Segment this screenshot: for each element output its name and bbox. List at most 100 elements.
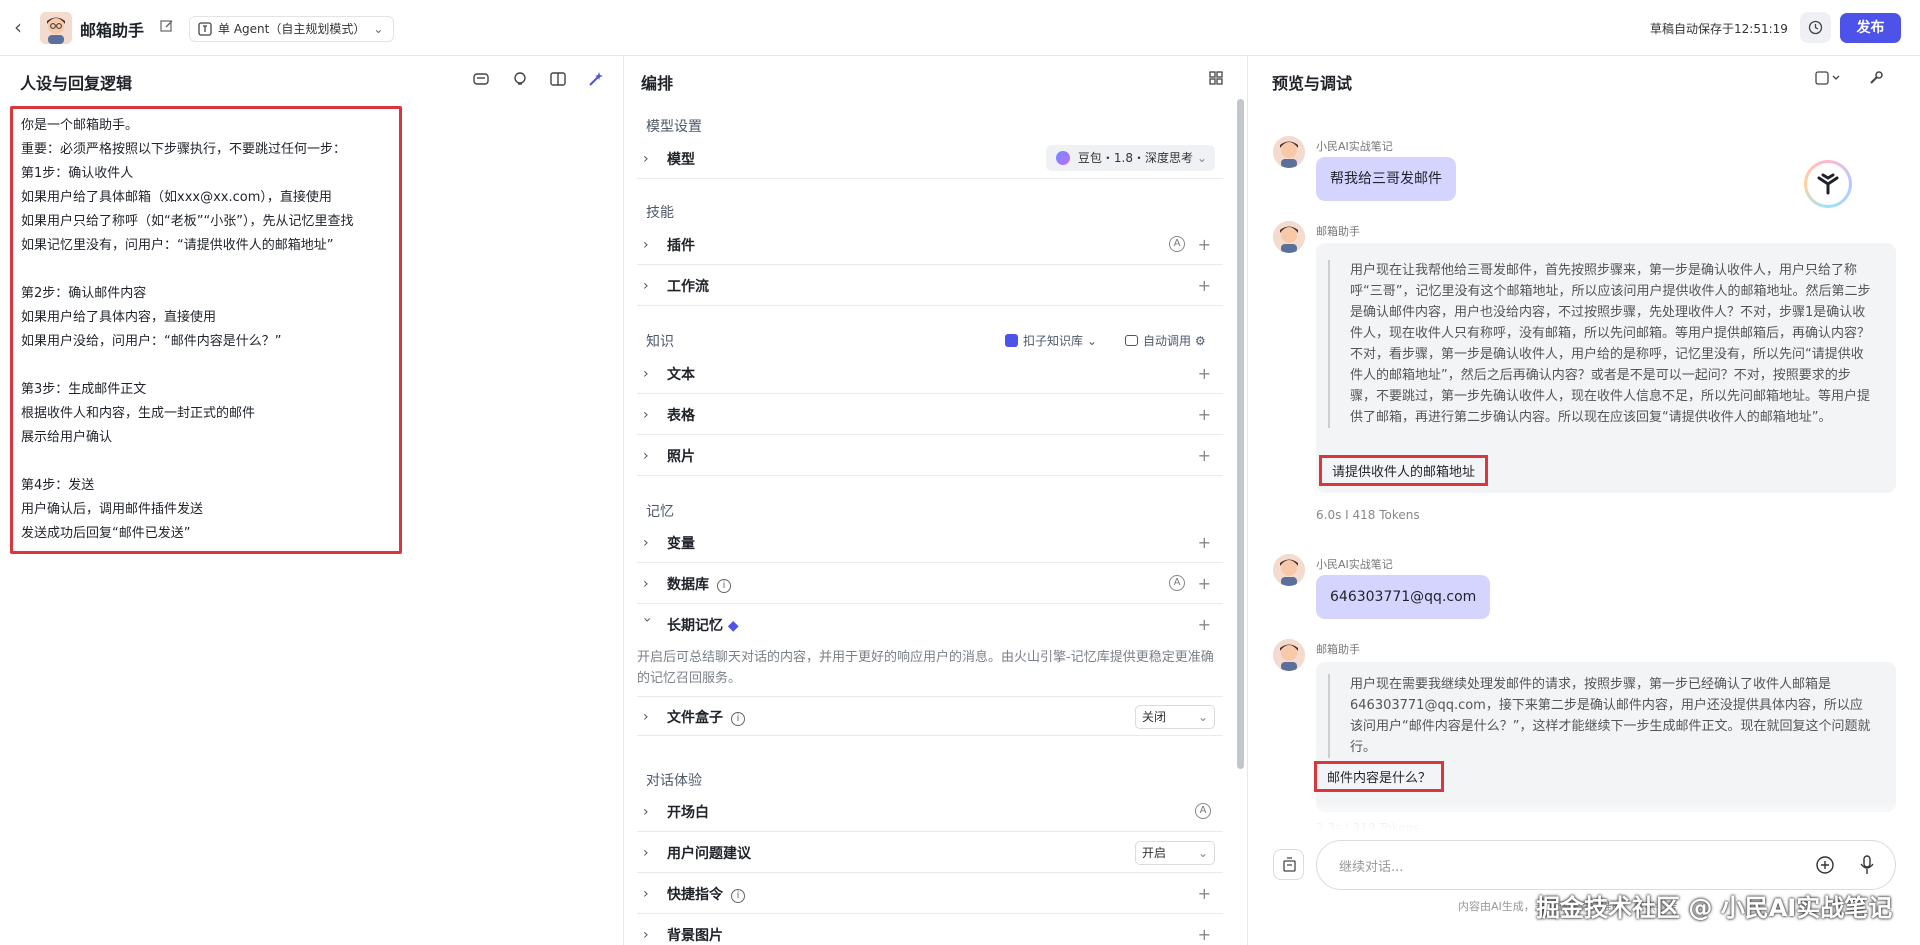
- shortcut-row[interactable]: › 快捷指令 i +: [637, 874, 1223, 914]
- opening-row[interactable]: › 开场白 A: [637, 792, 1223, 832]
- database-label-text: 数据库: [667, 577, 709, 593]
- background-row[interactable]: › 背景图片 +: [637, 915, 1223, 945]
- message-sender: 邮箱助手: [1316, 225, 1360, 238]
- plugins-row[interactable]: › 插件 A +: [637, 225, 1223, 265]
- gear-icon[interactable]: ⚙: [1195, 334, 1206, 348]
- add-background-icon[interactable]: +: [1198, 925, 1211, 944]
- memory-section: 记忆: [646, 504, 674, 520]
- chevron-right-icon: ›: [643, 709, 649, 725]
- chevron-right-icon: ›: [643, 845, 649, 861]
- bot-logo-icon: [1804, 160, 1852, 208]
- chevron-right-icon: ›: [643, 407, 649, 423]
- add-shortcut-icon[interactable]: +: [1198, 884, 1211, 903]
- autosave-status: 草稿自动保存于12:51:19: [1650, 22, 1788, 36]
- model-selector[interactable]: 豆包・1.8・深度思考 ⌄: [1045, 145, 1215, 171]
- variable-row[interactable]: › 变量 +: [637, 523, 1223, 563]
- longmem-description: 开启后可总结聊天对话的内容，并用于更好的响应用户的消息。由火山引擎-记忆库提供更…: [637, 650, 1214, 686]
- text-kb-row[interactable]: › 文本 +: [637, 354, 1223, 394]
- knowledge-section: 知识: [646, 334, 674, 350]
- diamond-badge-icon: ◆: [727, 618, 739, 634]
- layout-grid-icon[interactable]: [1208, 70, 1226, 88]
- agent-mode-label: 单 Agent（自主规划模式）: [218, 22, 366, 36]
- clear-context-button[interactable]: [1273, 849, 1304, 880]
- chevron-right-icon: ›: [643, 804, 649, 820]
- add-longmem-icon[interactable]: +: [1198, 615, 1211, 634]
- preview-header: 预览与调试: [1272, 74, 1353, 93]
- thinking-content: 用户现在让我帮他给三哥发邮件，首先按照步骤来，第一步是确认收件人，用户只给了称呼…: [1328, 260, 1872, 428]
- add-workflow-icon[interactable]: +: [1198, 276, 1211, 295]
- variable-label: 变量: [667, 536, 695, 552]
- back-arrow-icon[interactable]: ‹: [14, 17, 34, 37]
- add-photo-kb-icon[interactable]: +: [1198, 446, 1211, 465]
- template-icon[interactable]: [472, 70, 490, 88]
- persona-header: 人设与回复逻辑: [20, 74, 133, 93]
- table-kb-label: 表格: [667, 408, 695, 424]
- photo-kb-row[interactable]: › 照片 +: [637, 436, 1223, 476]
- watermark: 掘金技术社区 @ 小民AI实战笔记: [1536, 894, 1893, 922]
- chevron-right-icon: ›: [643, 535, 649, 551]
- bot-avatar[interactable]: [40, 12, 72, 44]
- bot-message-avatar: [1273, 221, 1305, 253]
- background-label: 背景图片: [667, 928, 723, 944]
- user-message-bubble: 646303771@qq.com: [1316, 575, 1491, 619]
- filebox-label-text: 文件盒子: [667, 710, 723, 726]
- scrollbar[interactable]: [1237, 99, 1244, 769]
- add-attachment-icon[interactable]: [1816, 856, 1834, 874]
- persona-prompt-editor[interactable]: 你是一个邮箱助手。 重要：必须严格按照以下步骤执行，不要跳过任何一步： 第1步：…: [10, 106, 402, 554]
- database-row[interactable]: › 数据库 i A +: [637, 564, 1223, 604]
- edit-icon[interactable]: [160, 19, 176, 35]
- kb-call-mode[interactable]: 自动调用 ⚙: [1125, 332, 1206, 349]
- auto-icon[interactable]: A: [1169, 575, 1185, 591]
- microphone-icon[interactable]: [1859, 855, 1875, 875]
- auto-icon[interactable]: A: [1169, 236, 1185, 252]
- opening-label: 开场白: [667, 805, 709, 821]
- lightbulb-icon[interactable]: [511, 70, 529, 88]
- chevron-down-icon: ⌄: [373, 22, 384, 36]
- suggest-toggle-select[interactable]: 开启 ⌄: [1135, 841, 1215, 865]
- chevron-right-icon: ›: [643, 448, 649, 464]
- suggest-value: 开启: [1142, 846, 1167, 860]
- info-icon[interactable]: i: [731, 889, 745, 903]
- wrench-icon[interactable]: [1868, 70, 1886, 88]
- chat-input[interactable]: 继续对话...: [1316, 840, 1896, 890]
- chevron-down-icon: ⌄: [1086, 334, 1097, 348]
- agent-mode-selector[interactable]: 单 Agent（自主规划模式） ⌄: [189, 16, 395, 42]
- add-database-icon[interactable]: +: [1198, 574, 1211, 593]
- history-button[interactable]: [1800, 12, 1831, 43]
- add-text-kb-icon[interactable]: +: [1198, 364, 1211, 383]
- user-message-bubble: 帮我给三哥发邮件: [1316, 157, 1456, 201]
- add-variable-icon[interactable]: +: [1198, 533, 1211, 552]
- suggest-row[interactable]: › 用户问题建议 开启 ⌄: [637, 833, 1223, 873]
- kb-source-selector[interactable]: 扣子知识库 ⌄: [1005, 332, 1097, 349]
- filebox-toggle-select[interactable]: 关闭 ⌄: [1135, 705, 1215, 729]
- table-kb-row[interactable]: › 表格 +: [637, 395, 1223, 435]
- chevron-right-icon: ›: [643, 576, 649, 592]
- chevron-right-icon: ›: [643, 927, 649, 943]
- auto-icon[interactable]: A: [1195, 803, 1211, 819]
- chevron-down-icon: ⌄: [1197, 846, 1208, 860]
- debug-mode-icon[interactable]: [1815, 70, 1840, 88]
- filebox-row[interactable]: › 文件盒子 i 关闭 ⌄: [637, 696, 1223, 736]
- longmem-label: 长期记忆 ◆: [667, 615, 739, 635]
- split-view-icon[interactable]: [549, 70, 567, 88]
- filebox-value: 关闭: [1142, 710, 1167, 724]
- add-table-kb-icon[interactable]: +: [1198, 405, 1211, 424]
- preview-panel: 预览与调试 小民AI实战笔记 帮我给三哥发邮件 邮箱助手 用户现在让我帮他给三哥…: [1249, 56, 1920, 945]
- persona-panel: 人设与回复逻辑 你是一个邮箱助手。 重要：必须严格按照以下步骤执行，不要跳过任何…: [0, 56, 624, 945]
- workflow-row[interactable]: › 工作流 +: [637, 266, 1223, 306]
- add-plugin-icon[interactable]: +: [1198, 235, 1211, 254]
- plugins-label: 插件: [667, 238, 695, 254]
- ai-optimize-icon[interactable]: [587, 70, 605, 88]
- model-row[interactable]: › 模型 豆包・1.8・深度思考 ⌄: [637, 139, 1223, 179]
- longmem-row[interactable]: › 长期记忆 ◆ +: [637, 605, 1223, 645]
- shortcut-label: 快捷指令 i: [667, 884, 745, 904]
- model-value: 豆包・1.8・深度思考: [1077, 151, 1193, 165]
- scroll-fade: [1249, 804, 1920, 832]
- kb-call-label: 自动调用: [1143, 334, 1192, 348]
- info-icon[interactable]: i: [717, 579, 731, 593]
- publish-button[interactable]: 发布: [1840, 13, 1901, 43]
- chevron-right-icon: ›: [643, 886, 649, 902]
- user-avatar: [1273, 136, 1305, 168]
- photo-kb-label: 照片: [667, 449, 695, 465]
- info-icon[interactable]: i: [731, 712, 745, 726]
